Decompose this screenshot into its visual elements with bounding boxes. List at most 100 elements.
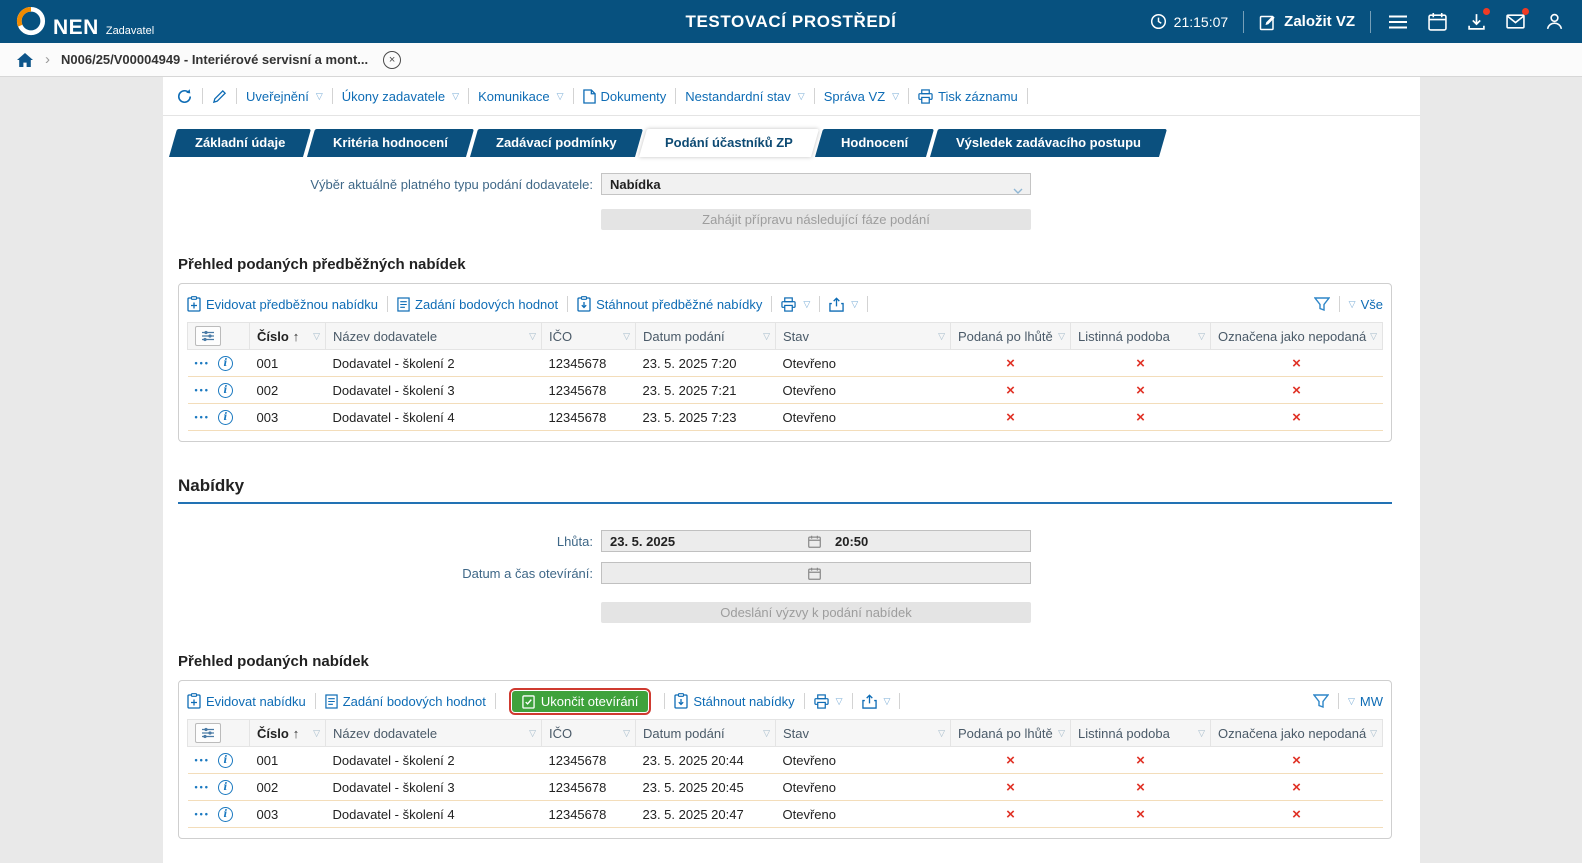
menu-button[interactable] [1386, 10, 1410, 34]
filter-caret-icon[interactable]: ▽ [938, 331, 945, 342]
zadani-bodovych-hodnot-button[interactable]: Zadání bodových hodnot [397, 297, 558, 312]
downloads-button[interactable] [1464, 7, 1490, 34]
filter-caret-icon[interactable]: ▽ [1198, 728, 1205, 739]
filter-caret-icon[interactable]: ▽ [623, 728, 630, 739]
menu-ukony-zadavatele[interactable]: Úkony zadavatele ▽ [342, 89, 459, 104]
print-table-button[interactable]: ▽ [781, 296, 810, 312]
filter-button[interactable] [1312, 694, 1329, 708]
export-table-button[interactable]: ▽ [829, 296, 858, 312]
filter-caret-icon[interactable]: ▽ [529, 331, 536, 342]
lhuta-datetime-input[interactable]: 23. 5. 2025 20:50 [601, 530, 1031, 552]
filter-button[interactable] [1313, 297, 1330, 311]
home-button[interactable] [16, 52, 34, 68]
messages-button[interactable] [1503, 7, 1529, 34]
row-menu-icon[interactable]: ••• [195, 385, 210, 395]
tab-hodnoceni[interactable]: Hodnocení [814, 129, 934, 157]
user-button[interactable] [1542, 10, 1566, 34]
filter-caret-icon[interactable]: ▽ [313, 331, 320, 342]
row-menu-icon[interactable]: ••• [195, 358, 210, 368]
menu-tisk-zaznamu[interactable]: Tisk záznamu [918, 89, 1018, 104]
col-header-cislo[interactable]: Číslo ↑ ▽ [249, 322, 326, 350]
filter-caret-icon[interactable]: ▽ [763, 331, 770, 342]
menu-komunikace[interactable]: Komunikace ▽ [478, 89, 563, 104]
ukoncit-oteviani-button[interactable]: Ukončit otevírání [508, 687, 652, 715]
col-header-cislo[interactable]: Číslo ↑ ▽ [249, 719, 326, 747]
zadani-bodovych-hodnot-button[interactable]: Zadání bodových hodnot [325, 694, 486, 709]
print-table-button[interactable]: ▽ [813, 693, 843, 709]
col-header-datum[interactable]: Datum podání ▽ [635, 322, 776, 350]
column-settings-button[interactable] [195, 723, 221, 743]
calendar-icon[interactable] [803, 567, 825, 580]
table-row[interactable]: ••• i 003 Dodavatel - školení 4 12345678 … [187, 403, 1383, 431]
table-row[interactable]: ••• i 003 Dodavatel - školení 4 12345678 … [187, 800, 1383, 828]
table-row[interactable]: ••• i 002 Dodavatel - školení 3 12345678 … [187, 376, 1383, 404]
column-settings-button[interactable] [195, 326, 221, 346]
row-menu-icon[interactable]: ••• [195, 412, 210, 422]
col-header-nepodana[interactable]: Označena jako nepodaná ▽ [1210, 322, 1383, 350]
col-header-stav[interactable]: Stav ▽ [775, 322, 951, 350]
tab-podani-ucastniku-zp[interactable]: Podání účastníků ZP [638, 129, 819, 157]
row-menu-icon[interactable]: ••• [195, 782, 210, 792]
close-record-button[interactable]: × [383, 50, 402, 69]
tab-vysledek-zadavaciho-postupu[interactable]: Výsledek zadávacího postupu [929, 129, 1167, 157]
filter-caret-icon[interactable]: ▽ [623, 331, 630, 342]
row-menu-icon[interactable]: ••• [195, 755, 210, 765]
info-icon[interactable]: i [217, 752, 233, 768]
column-label: Název dodavatele [333, 328, 438, 344]
col-header-po-lhute[interactable]: Podaná po lhůtě ▽ [950, 719, 1071, 747]
col-header-nepodana[interactable]: Označena jako nepodaná ▽ [1210, 719, 1383, 747]
filter-caret-icon[interactable]: ▽ [1058, 331, 1065, 342]
col-header-ico[interactable]: IČO ▽ [541, 322, 636, 350]
filter-caret-icon[interactable]: ▽ [1198, 331, 1205, 342]
filter-caret-icon[interactable]: ▽ [1370, 331, 1377, 342]
filter-caret-icon[interactable]: ▽ [763, 728, 770, 739]
info-icon[interactable]: i [217, 382, 233, 398]
menu-nestandardni-stav[interactable]: Nestandardní stav ▽ [685, 89, 804, 104]
col-header-listinna[interactable]: Listinná podoba ▽ [1070, 322, 1211, 350]
start-next-phase-button[interactable]: Zahájit přípravu následující fáze podání [601, 209, 1031, 230]
submission-type-select[interactable]: Nabídka [601, 173, 1031, 195]
tab-kriteria-hodnoceni[interactable]: Kritéria hodnocení [307, 129, 475, 157]
filter-caret-icon[interactable]: ▽ [938, 728, 945, 739]
col-header-stav[interactable]: Stav ▽ [775, 719, 951, 747]
table-row[interactable]: ••• i 001 Dodavatel - školení 2 12345678 … [187, 349, 1383, 377]
filter-caret-icon[interactable]: ▽ [1058, 728, 1065, 739]
open-record-tab[interactable]: N006/25/V00004949 - Interiérové servisní… [61, 52, 368, 67]
view-selector[interactable]: Vše [1361, 297, 1383, 312]
col-header-po-lhute[interactable]: Podaná po lhůtě ▽ [950, 322, 1071, 350]
col-header-ico[interactable]: IČO ▽ [541, 719, 636, 747]
create-vz-button[interactable]: Založit VZ [1259, 13, 1355, 31]
info-icon[interactable]: i [217, 806, 233, 822]
calendar-button[interactable] [1425, 10, 1449, 34]
row-menu-icon[interactable]: ••• [195, 809, 210, 819]
send-invitation-button[interactable]: Odeslání výzvy k podání nabídek [601, 602, 1031, 623]
menu-dokumenty[interactable]: Dokumenty [582, 89, 666, 104]
calendar-icon[interactable] [803, 535, 825, 548]
otevirani-datetime-input[interactable] [601, 562, 1031, 584]
filter-caret-icon[interactable]: ▽ [313, 728, 320, 739]
evidovat-predbeznou-nabidku-button[interactable]: Evidovat předběžnou nabídku [187, 296, 378, 312]
filter-caret-icon[interactable]: ▽ [1370, 728, 1377, 739]
col-header-datum[interactable]: Datum podání ▽ [635, 719, 776, 747]
stahnout-predbezne-nabidky-button[interactable]: Stáhnout předběžné nabídky [577, 296, 762, 312]
col-header-nazev[interactable]: Název dodavatele ▽ [325, 322, 542, 350]
edit-button[interactable] [212, 89, 227, 104]
history-button[interactable] [176, 88, 193, 105]
view-selector[interactable]: MW [1360, 694, 1383, 709]
menu-uverejneni[interactable]: Uveřejnění ▽ [246, 89, 323, 104]
evidovat-nabidku-button[interactable]: Evidovat nabídku [187, 693, 306, 709]
table-row[interactable]: ••• i 001 Dodavatel - školení 2 12345678 … [187, 746, 1383, 774]
tab-zakladni-udaje[interactable]: Základní údaje [168, 129, 312, 157]
info-icon[interactable]: i [217, 779, 233, 795]
info-icon[interactable]: i [217, 355, 233, 371]
table-row[interactable]: ••• i 002 Dodavatel - školení 3 12345678 … [187, 773, 1383, 801]
filter-caret-icon[interactable]: ▽ [529, 728, 536, 739]
stahnout-nabidky-button[interactable]: Stáhnout nabídky [674, 693, 795, 709]
export-table-button[interactable]: ▽ [861, 693, 890, 709]
col-header-nazev[interactable]: Název dodavatele ▽ [325, 719, 542, 747]
col-header-listinna[interactable]: Listinná podoba ▽ [1070, 719, 1211, 747]
tab-zadavaci-podminky[interactable]: Zadávací podmínky [470, 129, 643, 157]
nen-logo[interactable]: NEN Zadavatel [16, 6, 154, 38]
info-icon[interactable]: i [217, 409, 233, 425]
menu-sprava-vz[interactable]: Správa VZ ▽ [824, 89, 899, 104]
